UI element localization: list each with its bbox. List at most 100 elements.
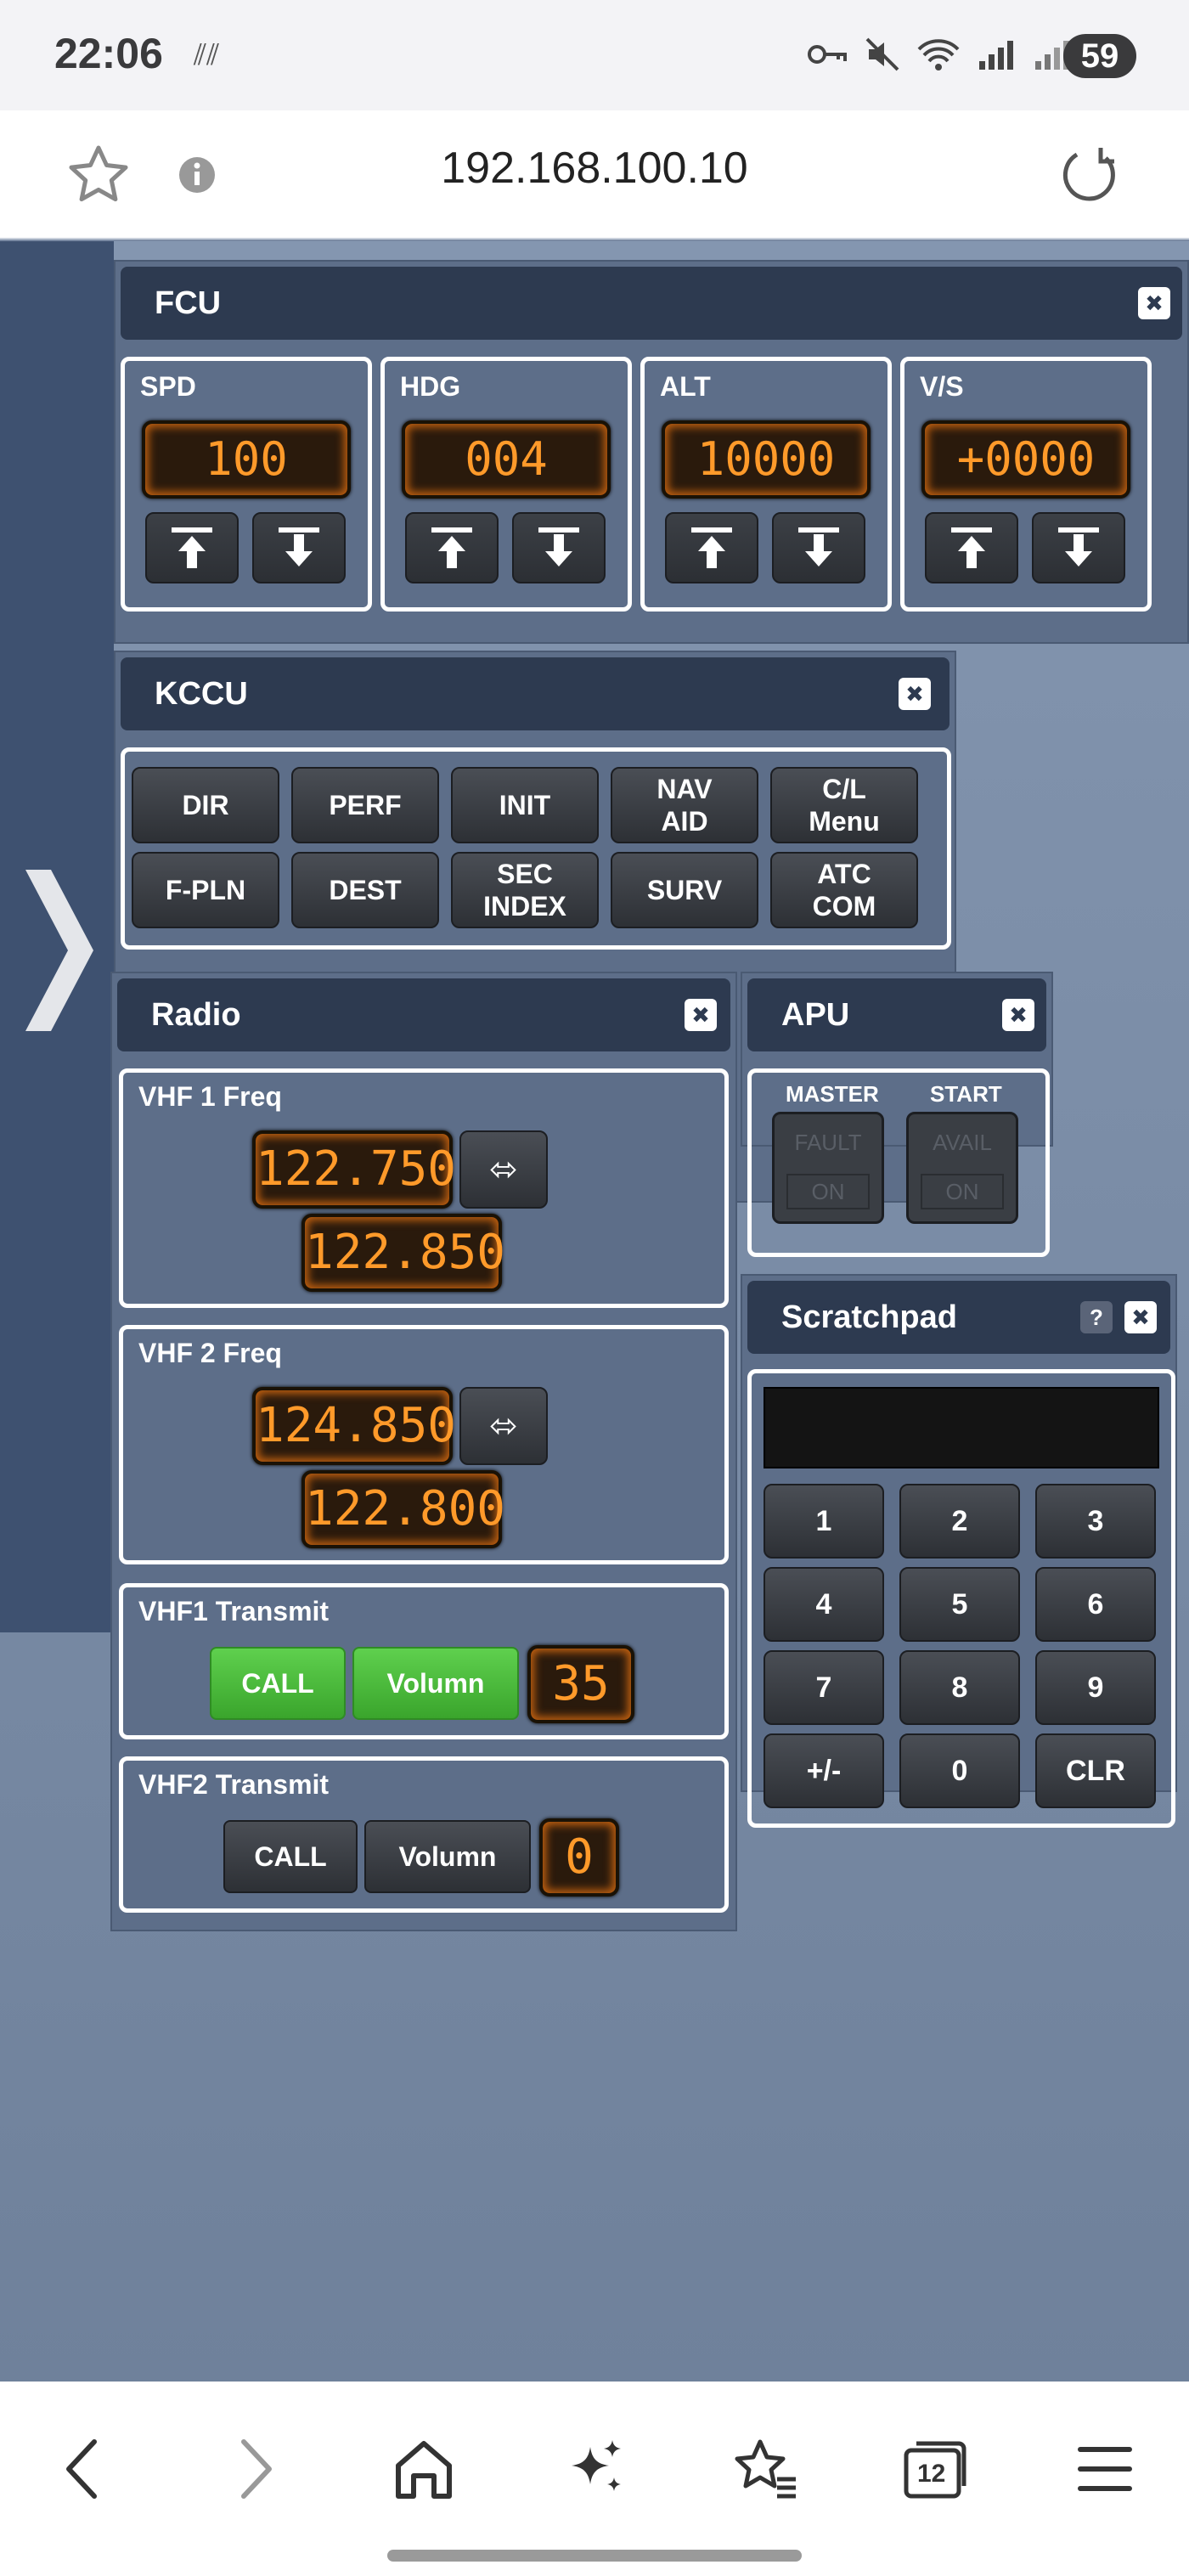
key-7[interactable]: 7: [764, 1650, 884, 1725]
key-9[interactable]: 9: [1035, 1650, 1156, 1725]
status-bar: 22:06 ⫽⫽ 59: [0, 0, 1189, 110]
vhf1-call-button[interactable]: CALL: [210, 1647, 346, 1720]
hdg-push-button[interactable]: [405, 512, 499, 583]
kccu-cl-menu-button[interactable]: C/L Menu: [770, 767, 918, 843]
vhf1-active-display: 122.750: [252, 1130, 456, 1209]
pull-down-icon: [279, 527, 319, 566]
vhf1-transmit-label: VHF1 Transmit: [138, 1596, 330, 1626]
back-icon[interactable]: [36, 2422, 129, 2516]
fcu-title-bar[interactable]: FCU ✖: [121, 267, 1182, 340]
vhf1-swap-button[interactable]: ⬄: [459, 1130, 548, 1209]
scratchpad-title-bar[interactable]: Scratchpad ? ✖: [747, 1281, 1170, 1354]
spd-display: 100: [142, 420, 351, 499]
spd-label: SPD: [140, 371, 196, 402]
key-plus-minus[interactable]: +/-: [764, 1733, 884, 1808]
radio-title-bar[interactable]: Radio ✖: [117, 978, 730, 1051]
apu-start-label: START: [930, 1081, 1002, 1107]
scratchpad-help-button[interactable]: ?: [1080, 1301, 1113, 1333]
vs-push-button[interactable]: [925, 512, 1018, 583]
radio-panel: Radio ✖ VHF 1 Freq 122.750 ⬄ 122.850 VHF…: [110, 972, 737, 1931]
vhf1-freq-label: VHF 1 Freq: [138, 1081, 282, 1112]
tab-count: 12: [917, 2460, 946, 2488]
apu-start-avail-light: AVAIL: [933, 1130, 992, 1155]
key-1[interactable]: 1: [764, 1484, 884, 1559]
key-3[interactable]: 3: [1035, 1484, 1156, 1559]
fcu-hdg-box: HDG 004: [380, 357, 632, 612]
apu-start-button[interactable]: AVAIL ON: [906, 1112, 1018, 1224]
apu-panel: APU ✖ MASTER START FAULT ON AVAIL ON: [741, 972, 1053, 1257]
key-5[interactable]: 5: [899, 1567, 1020, 1642]
signal-icon: [979, 41, 1014, 70]
key-icon: [808, 45, 847, 65]
key-clr[interactable]: CLR: [1035, 1733, 1156, 1808]
apu-start-on-light: ON: [921, 1174, 1004, 1209]
sidebar-toggle-chevron-icon[interactable]: [19, 870, 95, 1031]
kccu-title-bar[interactable]: KCCU ✖: [121, 657, 950, 730]
hdg-pull-button[interactable]: [512, 512, 606, 583]
kccu-dest-button[interactable]: DEST: [291, 852, 439, 928]
menu-icon[interactable]: [1058, 2422, 1152, 2516]
key-0[interactable]: 0: [899, 1733, 1020, 1808]
kccu-close-button[interactable]: ✖: [899, 678, 931, 710]
apu-master-fault-light: FAULT: [794, 1130, 862, 1155]
vhf2-call-button[interactable]: CALL: [223, 1820, 358, 1893]
kccu-init-button[interactable]: INIT: [451, 767, 599, 843]
vs-display: +0000: [921, 420, 1130, 499]
apu-close-button[interactable]: ✖: [1002, 999, 1034, 1031]
kccu-fpln-button[interactable]: F-PLN: [132, 852, 279, 928]
kccu-nav-aid-button[interactable]: NAV AID: [611, 767, 758, 843]
alt-push-button[interactable]: [665, 512, 758, 583]
vs-pull-button[interactable]: [1032, 512, 1125, 583]
spd-push-button[interactable]: [145, 512, 239, 583]
kccu-button-box: DIR PERF INIT NAV AID C/L Menu F-PLN DES…: [121, 747, 951, 950]
key-2[interactable]: 2: [899, 1484, 1020, 1559]
kccu-dir-button[interactable]: DIR: [132, 767, 279, 843]
kccu-perf-button[interactable]: PERF: [291, 767, 439, 843]
notification-icon: ⫽⫽: [194, 39, 220, 71]
vhf2-standby-display: 122.800: [301, 1470, 505, 1548]
vhf1-volume-button[interactable]: Volumn: [352, 1647, 519, 1720]
status-icons: [807, 34, 1073, 73]
wifi-icon: [917, 39, 960, 71]
vhf2-volume-button[interactable]: Volumn: [364, 1820, 531, 1893]
reload-icon[interactable]: [1048, 132, 1133, 217]
scratchpad-close-button[interactable]: ✖: [1124, 1301, 1157, 1333]
kccu-surv-button[interactable]: SURV: [611, 852, 758, 928]
fcu-vs-box: V/S +0000: [900, 357, 1152, 612]
gesture-home-bar[interactable]: [387, 2550, 802, 2562]
key-6[interactable]: 6: [1035, 1567, 1156, 1642]
fcu-alt-box: ALT 10000: [640, 357, 892, 612]
key-4[interactable]: 4: [764, 1567, 884, 1642]
kccu-title: KCCU: [155, 676, 248, 712]
key-8[interactable]: 8: [899, 1650, 1020, 1725]
push-up-icon: [172, 527, 212, 568]
apu-title-bar[interactable]: APU ✖: [747, 978, 1046, 1051]
fcu-close-button[interactable]: ✖: [1138, 287, 1170, 319]
kccu-atc-com-button[interactable]: ATC COM: [770, 852, 918, 928]
tabs-icon[interactable]: 12: [888, 2422, 982, 2516]
apu-title: APU: [781, 997, 850, 1033]
scratchpad-display: [764, 1387, 1159, 1468]
vhf1-volume-display: 35: [527, 1645, 634, 1723]
apu-button-box: MASTER START FAULT ON AVAIL ON: [747, 1068, 1050, 1257]
radio-title: Radio: [151, 997, 241, 1033]
fcu-panel: FCU ✖ SPD 100 HDG 004 ALT 10000 V/S +000…: [114, 260, 1189, 644]
battery-badge: 59: [1063, 34, 1136, 78]
apu-master-on-light: ON: [786, 1174, 870, 1209]
sparkle-ai-icon[interactable]: [549, 2422, 642, 2516]
bookmarks-icon[interactable]: [718, 2422, 812, 2516]
apu-master-button[interactable]: FAULT ON: [772, 1112, 884, 1224]
alt-display: 10000: [662, 420, 871, 499]
home-icon[interactable]: [377, 2422, 471, 2516]
push-up-icon: [951, 527, 992, 568]
hdg-display: 004: [402, 420, 611, 499]
browser-bottom-bar: 12: [0, 2382, 1189, 2576]
spd-pull-button[interactable]: [252, 512, 346, 583]
forward-icon[interactable]: [209, 2422, 302, 2516]
alt-label: ALT: [660, 371, 711, 402]
vhf2-swap-button[interactable]: ⬄: [459, 1387, 548, 1465]
radio-close-button[interactable]: ✖: [685, 999, 717, 1031]
kccu-sec-index-button[interactable]: SEC INDEX: [451, 852, 599, 928]
alt-pull-button[interactable]: [772, 512, 865, 583]
url-text[interactable]: 192.168.100.10: [0, 143, 1189, 194]
